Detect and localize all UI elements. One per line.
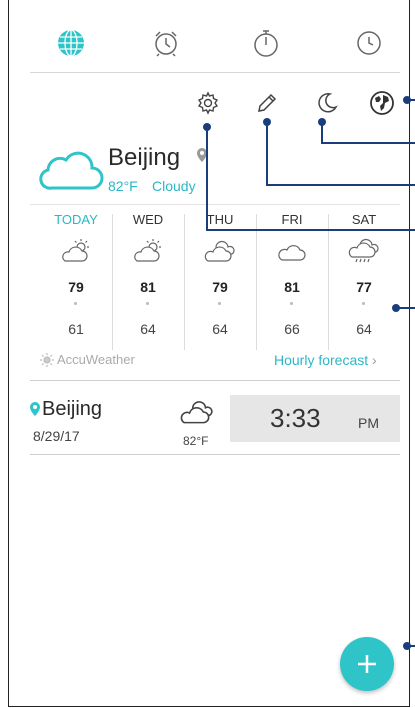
clock-date: 8/29/17 xyxy=(33,428,80,444)
alarm-clock-icon xyxy=(155,31,177,57)
partly-cloudy-icon xyxy=(134,239,161,262)
temp-divider-dot xyxy=(74,302,77,305)
temp-divider-dot xyxy=(362,302,365,305)
callout-line xyxy=(407,645,415,647)
tab-alarm[interactable] xyxy=(149,26,183,60)
add-city-button[interactable] xyxy=(367,88,397,118)
hourly-forecast-label: Hourly forecast xyxy=(274,352,369,368)
settings-button[interactable] xyxy=(193,88,223,118)
chevron-right-icon: › xyxy=(372,352,377,368)
callout-line xyxy=(321,122,323,144)
forecast-day: FRI 81 66 xyxy=(256,210,328,350)
earth-icon xyxy=(370,91,394,115)
temp-divider-dot xyxy=(218,302,221,305)
cloudy-icon xyxy=(204,240,235,262)
day-name: SAT xyxy=(351,212,377,227)
tab-world-clock[interactable] xyxy=(54,26,88,60)
day-high: 81 xyxy=(284,279,300,295)
day-high: 81 xyxy=(140,279,156,295)
current-temp: 82°F xyxy=(108,178,138,194)
forecast-day: THU 79 64 xyxy=(184,210,256,350)
callout-line xyxy=(206,229,415,231)
clock-time: 3:33 xyxy=(270,403,321,433)
rain-icon xyxy=(348,238,379,263)
temp-divider-dot xyxy=(290,302,293,305)
day-low: 64 xyxy=(356,321,372,337)
day-name: FRI xyxy=(281,212,303,227)
forecast-day: TODAY 79 61 xyxy=(40,210,112,350)
tab-divider xyxy=(30,72,400,73)
day-high: 77 xyxy=(356,279,372,295)
day-high: 79 xyxy=(212,279,228,295)
forecast-day: WED 81 64 xyxy=(112,210,184,350)
callout-line xyxy=(321,142,415,144)
weather-city: Beijing xyxy=(108,144,181,171)
day-low: 61 xyxy=(68,321,84,337)
location-pin-icon xyxy=(30,402,40,416)
weather-divider xyxy=(30,204,400,205)
edit-button[interactable] xyxy=(252,88,282,118)
plus-icon xyxy=(358,655,376,673)
clock-temp: 82°F xyxy=(183,434,209,448)
cloud-icon xyxy=(278,245,306,261)
partly-cloudy-icon xyxy=(62,239,89,262)
hourly-forecast-link[interactable]: Hourly forecast › xyxy=(274,352,377,368)
callout-line xyxy=(266,122,268,186)
day-name: TODAY xyxy=(54,212,98,227)
night-mode-button[interactable] xyxy=(312,88,342,118)
day-low: 64 xyxy=(140,321,156,337)
forecast-day: SAT 77 64 xyxy=(328,210,400,350)
globe-icon xyxy=(58,29,84,57)
moon-icon xyxy=(318,93,338,113)
accuweather-logo: AccuWeather xyxy=(40,352,135,367)
day-name: WED xyxy=(132,212,164,227)
callout-line xyxy=(206,127,208,231)
day-low: 64 xyxy=(212,321,228,337)
provider-name: AccuWeather xyxy=(57,352,135,367)
timer-icon xyxy=(357,31,381,55)
callout-line xyxy=(407,99,415,101)
add-button[interactable] xyxy=(340,637,394,691)
clock-ampm: PM xyxy=(358,415,379,431)
day-high: 79 xyxy=(68,279,84,295)
clock-city: Beijing xyxy=(42,398,103,420)
current-condition: Cloudy xyxy=(152,178,196,194)
temp-divider-dot xyxy=(146,302,149,305)
day-name: THU xyxy=(206,212,234,227)
tab-stopwatch[interactable] xyxy=(249,26,283,60)
cloud-icon xyxy=(39,151,104,190)
stopwatch-icon xyxy=(254,30,278,57)
gear-icon xyxy=(197,91,219,115)
tab-timer[interactable] xyxy=(352,26,386,60)
time-display: 3:33 PM xyxy=(230,395,400,442)
pencil-icon xyxy=(258,93,277,112)
callout-line xyxy=(266,184,415,186)
sun-icon xyxy=(40,352,54,367)
forecast[interactable]: TODAY 79 61 WED 81 64 THU 79 64 FRI 81 6… xyxy=(40,210,400,350)
section-divider xyxy=(30,380,400,381)
callout-line xyxy=(396,307,415,309)
cloudy-icon xyxy=(180,401,213,424)
day-low: 66 xyxy=(284,321,300,337)
row-divider xyxy=(30,454,400,455)
